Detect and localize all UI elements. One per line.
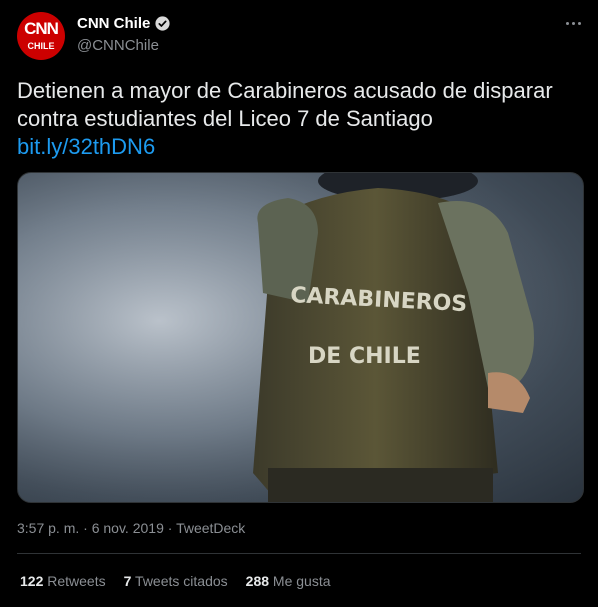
meta-separator: · — [83, 520, 88, 536]
more-dot-icon — [571, 21, 575, 25]
retweets-label: Retweets — [47, 573, 106, 589]
tweet-text: Detienen a mayor de Carabineros acusado … — [17, 77, 582, 161]
tweet-time[interactable]: 3:57 p. m. — [17, 520, 79, 536]
avatar-logo-chile: CHILE — [27, 41, 55, 51]
more-dot-icon — [565, 21, 569, 25]
tweet-body: Detienen a mayor de Carabineros acusado … — [17, 78, 553, 131]
name-row: CNN Chile — [77, 15, 171, 32]
quote-tweets-count: 7 — [123, 573, 132, 589]
avatar[interactable]: CNN CHILE — [17, 12, 65, 60]
handle[interactable]: @CNNChile — [77, 37, 159, 54]
retweets-count: 122 — [20, 573, 44, 589]
tweet-date[interactable]: 6 nov. 2019 — [92, 520, 164, 536]
likes-stat[interactable]: 288 Me gusta — [246, 573, 331, 589]
tweet-link[interactable]: bit.ly/32thDN6 — [17, 134, 155, 159]
more-dot-icon — [577, 21, 581, 25]
photo-illustration: CARABINEROS DE CHILE — [18, 173, 583, 502]
tweet-stats: 122 Retweets 7 Tweets citados 288 Me gus… — [20, 573, 331, 589]
vest-text-line2: DE CHILE — [308, 344, 421, 369]
tweet-source[interactable]: TweetDeck — [176, 520, 245, 536]
avatar-logo-cnn: CNN — [24, 19, 59, 38]
tweet-meta: 3:57 p. m. · 6 nov. 2019 · TweetDeck — [17, 520, 245, 536]
retweets-stat[interactable]: 122 Retweets — [20, 573, 106, 589]
tweet: CNN CHILE CNN Chile @CNNChile Detienen a… — [0, 0, 598, 607]
more-options-button[interactable] — [562, 12, 584, 34]
display-name[interactable]: CNN Chile — [77, 15, 150, 32]
meta-separator: · — [167, 520, 173, 536]
quote-tweets-label: Tweets citados — [135, 573, 228, 589]
likes-count: 288 — [245, 573, 270, 589]
likes-label: Me gusta — [272, 573, 331, 589]
quote-tweets-stat[interactable]: 7 Tweets citados — [124, 573, 228, 589]
verified-badge-icon — [154, 15, 171, 32]
divider — [17, 553, 581, 554]
tweet-photo[interactable]: CARABINEROS DE CHILE — [17, 172, 584, 503]
